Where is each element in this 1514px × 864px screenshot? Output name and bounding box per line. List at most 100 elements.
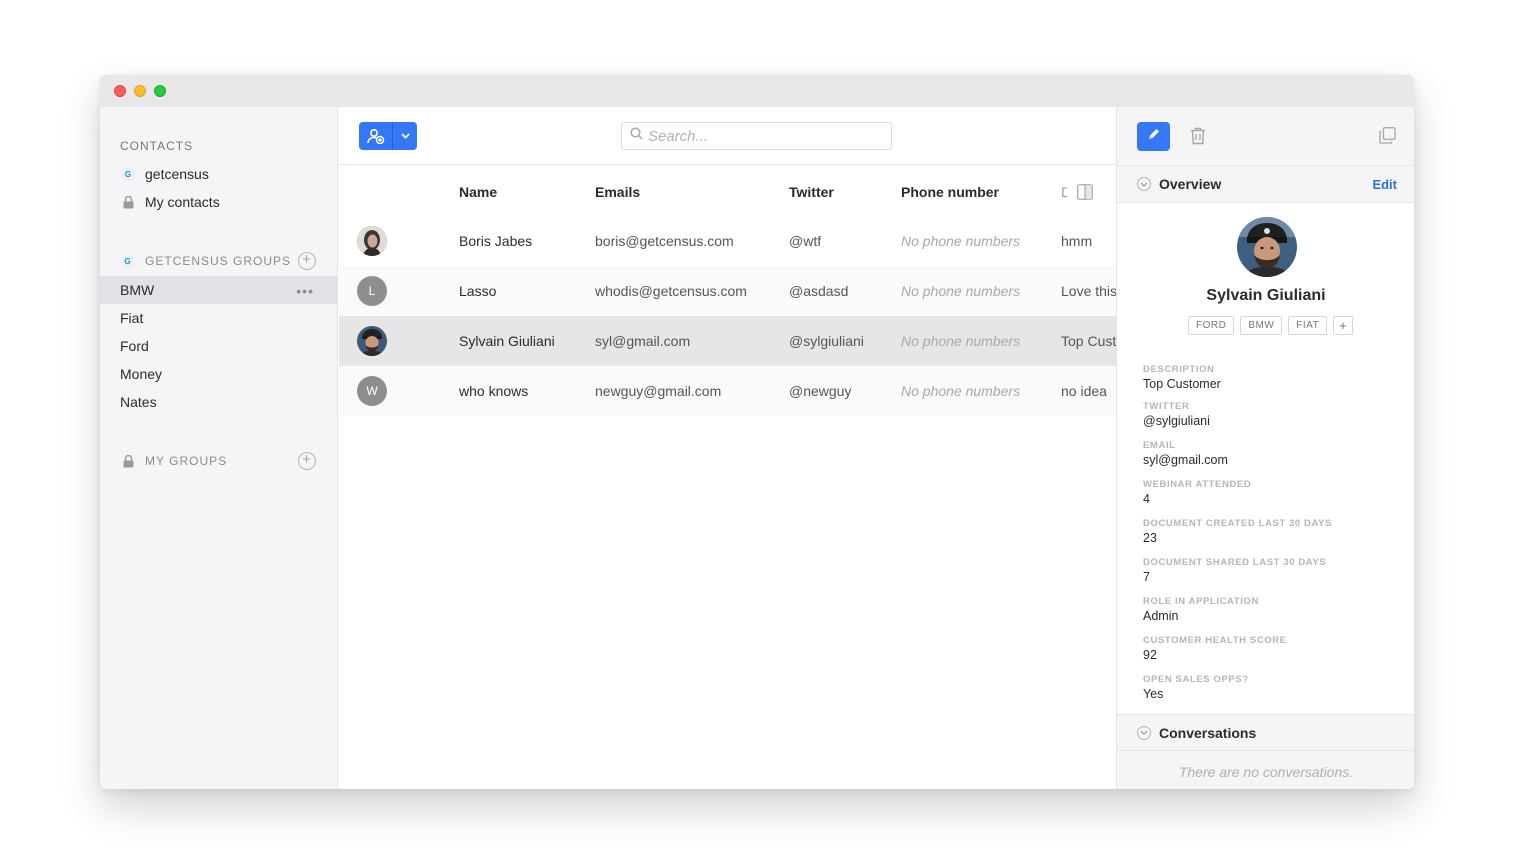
search-box[interactable] bbox=[621, 122, 892, 150]
field-email: EMAIL syl@gmail.com bbox=[1143, 440, 1228, 467]
lock-icon bbox=[121, 454, 135, 468]
add-contact-icon[interactable] bbox=[359, 122, 393, 150]
field-label: DOCUMENT CREATED LAST 30 DAYS bbox=[1143, 518, 1332, 529]
my-groups-header: MY GROUPS + bbox=[100, 448, 338, 474]
sidebar-item-label: Fiat bbox=[120, 310, 144, 326]
field-twitter: TWITTER @sylgiuliani bbox=[1143, 401, 1210, 428]
lock-icon bbox=[121, 195, 135, 209]
sidebar-item-label: Ford bbox=[120, 338, 149, 354]
add-tag-button[interactable]: + bbox=[1333, 316, 1354, 335]
field-label: DESCRIPTION bbox=[1143, 364, 1215, 375]
table-row[interactable]: Boris Jabes boris@getcensus.com @wtf No … bbox=[339, 216, 1116, 266]
avatar bbox=[357, 326, 387, 356]
sidebar-item-bmw[interactable]: BMW ••• bbox=[100, 276, 338, 304]
contact-name: Sylvain Giuliani bbox=[459, 333, 555, 349]
field-label: CUSTOMER HEALTH SCORE bbox=[1143, 635, 1287, 646]
field-value: Admin bbox=[1143, 609, 1179, 623]
sidebar-item-label: Nates bbox=[120, 394, 157, 410]
field-value: 23 bbox=[1143, 531, 1157, 545]
field-value: Top Customer bbox=[1143, 377, 1221, 391]
search-icon bbox=[630, 127, 643, 145]
field-role: ROLE IN APPLICATION Admin bbox=[1143, 596, 1259, 623]
conversations-section-header[interactable]: Conversations bbox=[1117, 714, 1414, 751]
minimize-window-button[interactable] bbox=[134, 85, 146, 97]
more-options-icon[interactable]: ••• bbox=[296, 283, 314, 299]
field-documents-created: DOCUMENT CREATED LAST 30 DAYS 23 bbox=[1143, 518, 1332, 545]
app-window: CONTACTS G getcensus My contacts G GETCE… bbox=[100, 75, 1414, 789]
field-label: ROLE IN APPLICATION bbox=[1143, 596, 1259, 607]
add-my-group-icon[interactable]: + bbox=[298, 452, 316, 470]
column-header-twitter[interactable]: Twitter bbox=[789, 184, 834, 200]
edit-contact-button[interactable] bbox=[1137, 122, 1170, 151]
contact-detail-panel: Overview Edit Sylvain Giuliani FORD BMW … bbox=[1116, 107, 1414, 789]
column-header-name[interactable]: Name bbox=[459, 184, 497, 200]
field-health-score: CUSTOMER HEALTH SCORE 92 bbox=[1143, 635, 1287, 662]
duplicate-icon[interactable] bbox=[1379, 127, 1396, 149]
sidebar-item-nates[interactable]: Nates bbox=[100, 388, 338, 416]
sidebar: CONTACTS G getcensus My contacts G GETCE… bbox=[100, 107, 338, 789]
contact-phone: No phone numbers bbox=[901, 383, 1021, 399]
sidebar-item-label: My contacts bbox=[145, 194, 220, 210]
field-label: EMAIL bbox=[1143, 440, 1176, 451]
contact-phone: No phone numbers bbox=[901, 283, 1021, 299]
empty-conversations-text: There are no conversations. bbox=[1178, 764, 1354, 780]
tag-fiat[interactable]: FIAT bbox=[1288, 316, 1328, 335]
zoom-window-button[interactable] bbox=[154, 85, 166, 97]
getcensus-groups-header: G GETCENSUS GROUPS + bbox=[100, 248, 338, 274]
list-toolbar bbox=[339, 107, 1116, 165]
contacts-section-title: CONTACTS bbox=[120, 139, 194, 153]
sidebar-item-fiat[interactable]: Fiat bbox=[100, 304, 338, 332]
contact-name-heading: Sylvain Giuliani bbox=[1206, 287, 1326, 304]
add-contact-button[interactable] bbox=[359, 122, 417, 150]
column-header-phone[interactable]: Phone number bbox=[901, 184, 999, 200]
avatar: L bbox=[357, 276, 387, 306]
my-groups-title: MY GROUPS bbox=[145, 454, 228, 468]
conversations-label: Conversations bbox=[1159, 724, 1257, 741]
field-webinar-attended: WEBINAR ATTENDED 4 bbox=[1143, 479, 1251, 506]
tag-ford[interactable]: FORD bbox=[1188, 316, 1235, 335]
field-value: Yes bbox=[1143, 687, 1164, 701]
columns-toggle-icon[interactable] bbox=[1077, 184, 1093, 205]
contact-email: syl@gmail.com bbox=[595, 333, 691, 349]
contacts-list: Name Emails Twitter Phone number D Boris… bbox=[339, 107, 1116, 789]
field-label: OPEN SALES OPPS? bbox=[1143, 674, 1249, 685]
field-value: syl@gmail.com bbox=[1143, 453, 1228, 467]
trash-icon[interactable] bbox=[1190, 127, 1206, 150]
tag-list: FORD BMW FIAT + bbox=[1188, 316, 1354, 335]
search-input[interactable] bbox=[648, 127, 878, 145]
field-value: 92 bbox=[1143, 648, 1157, 662]
chevron-down-icon[interactable] bbox=[393, 122, 417, 150]
contact-twitter: @sylgiuliani bbox=[789, 333, 864, 349]
edit-link[interactable]: Edit bbox=[1372, 177, 1397, 192]
title-bar bbox=[100, 75, 1414, 107]
chevron-down-icon[interactable] bbox=[1137, 725, 1151, 740]
column-header-description[interactable]: D bbox=[1061, 184, 1067, 200]
sidebar-item-label: getcensus bbox=[145, 166, 209, 182]
table-row[interactable]: L Lasso whodis@getcensus.com @asdasd No … bbox=[339, 266, 1116, 316]
column-header-emails[interactable]: Emails bbox=[595, 184, 640, 200]
contact-phone: No phone numbers bbox=[901, 233, 1021, 249]
tag-bmw[interactable]: BMW bbox=[1240, 316, 1283, 335]
overview-section-header[interactable]: Overview Edit bbox=[1117, 166, 1414, 203]
contact-name: Lasso bbox=[459, 283, 497, 299]
contact-twitter: @newguy bbox=[789, 383, 852, 399]
field-value: 4 bbox=[1143, 492, 1150, 506]
sidebar-item-getcensus[interactable]: G getcensus bbox=[100, 160, 338, 188]
chevron-down-icon[interactable] bbox=[1137, 177, 1151, 191]
sidebar-item-ford[interactable]: Ford bbox=[100, 332, 338, 360]
contact-name: Boris Jabes bbox=[459, 233, 533, 249]
field-value: @sylgiuliani bbox=[1143, 414, 1210, 428]
close-window-button[interactable] bbox=[114, 85, 126, 97]
table-row[interactable]: Sylvain Giuliani syl@gmail.com @sylgiuli… bbox=[339, 316, 1116, 366]
g-badge-icon: G bbox=[121, 254, 135, 268]
overview-label: Overview bbox=[1159, 176, 1222, 192]
sidebar-item-money[interactable]: Money bbox=[100, 360, 338, 388]
contact-name: who knows bbox=[459, 383, 529, 399]
sidebar-item-my-contacts[interactable]: My contacts bbox=[100, 188, 338, 216]
add-getcensus-group-icon[interactable]: + bbox=[298, 252, 316, 270]
sidebar-item-label: Money bbox=[120, 366, 163, 382]
table-row[interactable]: W who knows newguy@gmail.com @newguy No … bbox=[339, 366, 1116, 416]
field-value: 7 bbox=[1143, 570, 1150, 584]
contact-twitter: @asdasd bbox=[789, 283, 849, 299]
pencil-icon bbox=[1147, 127, 1161, 146]
